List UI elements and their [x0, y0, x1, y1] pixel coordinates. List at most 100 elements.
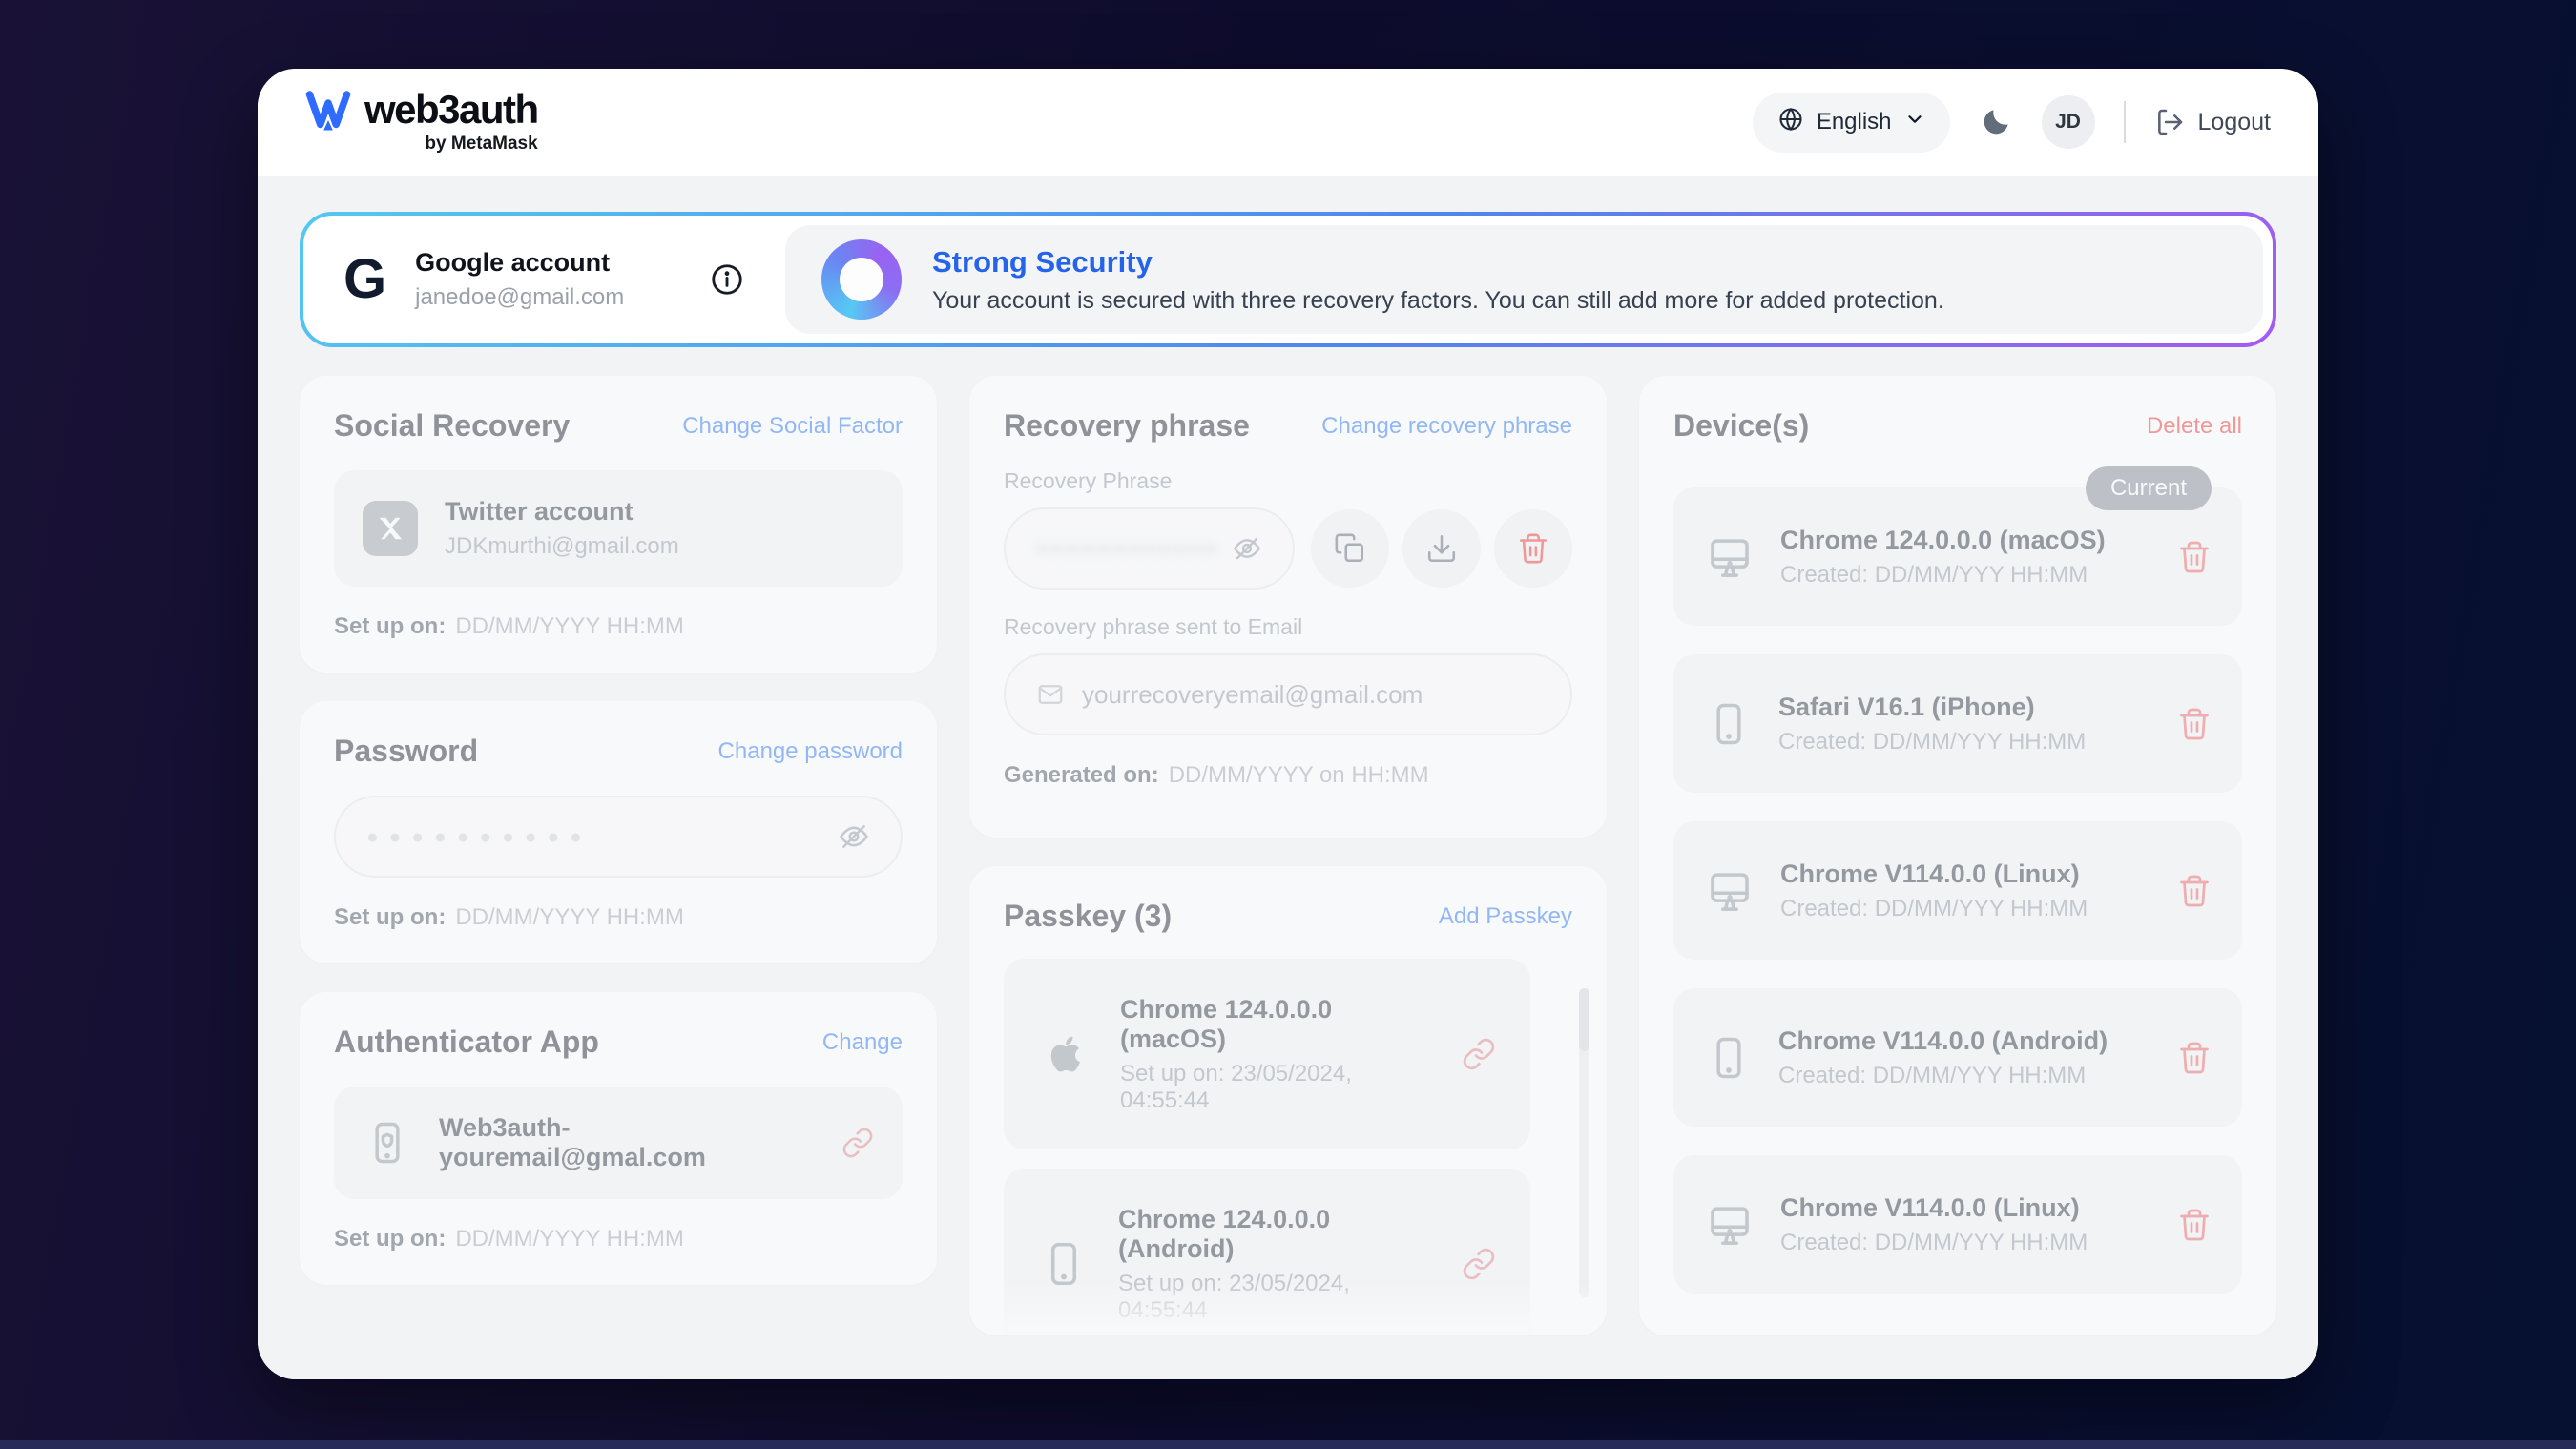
device-name: Chrome V114.0.0 (Android): [1778, 1026, 2152, 1056]
passkey-setup-date: Set up on: 23/05/2024, 04:55:44: [1120, 1061, 1433, 1114]
password-field[interactable]: ●●●●●●●●●●: [334, 796, 903, 878]
passkey-scrollbar-track: [1579, 988, 1589, 1297]
device-type-icon: [1704, 865, 1755, 917]
passkey-scrollbar-thumb[interactable]: [1579, 988, 1589, 1051]
language-label: English: [1817, 109, 1892, 135]
add-passkey-link[interactable]: Add Passkey: [1439, 903, 1572, 930]
factors-grid: Social Recovery Change Social Factor Twi…: [300, 376, 2276, 1335]
eye-off-icon[interactable]: [838, 820, 870, 853]
x-twitter-icon: [363, 501, 418, 556]
passkey-item: Chrome 124.0.0.0 (Android) Set up on: 23…: [1004, 1169, 1530, 1335]
recovery-phrase-title: Recovery phrase: [1004, 408, 1250, 444]
unlink-icon[interactable]: [841, 1127, 874, 1159]
setup-on-label: Set up on:: [334, 904, 446, 930]
web3auth-logo: web3auth by MetaMask: [305, 90, 538, 155]
web3auth-account-window: web3auth by MetaMask English: [258, 69, 2318, 1379]
devices-title: Device(s): [1673, 408, 1809, 444]
avatar[interactable]: JD: [2042, 95, 2095, 149]
devices-card: Device(s) Delete all Current: [1639, 376, 2276, 1335]
passkey-device-icon: [1038, 1238, 1090, 1290]
column-middle: Recovery phrase Change recovery phrase R…: [969, 376, 1607, 1335]
brand-byline: by MetaMask: [425, 134, 537, 155]
change-authenticator-link[interactable]: Change: [822, 1029, 903, 1056]
password-title: Password: [334, 734, 478, 769]
device-type-icon: [1704, 1033, 1754, 1083]
authenticator-account-row: Web3auth-youremail@gmal.com: [334, 1087, 903, 1199]
twitter-account-email: JDKmurthi@gmail.com: [445, 533, 679, 560]
column-right: Device(s) Delete all Current: [1639, 376, 2276, 1335]
recovery-email-field[interactable]: yourrecoveryemail@gmail.com: [1004, 653, 1572, 735]
setup-on-value: DD/MM/YYYY HH:MM: [455, 1226, 684, 1252]
setup-on-value: DD/MM/YYYY HH:MM: [455, 904, 684, 930]
web3auth-mark-icon: [305, 90, 351, 138]
device-created-date: Created: DD/MM/YYY HH:MM: [1778, 729, 2152, 756]
account-email: janedoe@gmail.com: [415, 284, 624, 311]
account-security-banner: G Google account janedoe@gmail.com Stron…: [300, 212, 2276, 347]
recovery-email-value: yourrecoveryemail@gmail.com: [1082, 680, 1423, 710]
change-social-factor-link[interactable]: Change Social Factor: [682, 413, 903, 440]
desktop-icon: [1704, 1199, 1755, 1251]
passkey-list: Chrome 124.0.0.0 (macOS) Set up on: 23/0…: [1004, 959, 1572, 1335]
passkey-setup-date: Set up on: 23/05/2024, 04:55:44: [1118, 1271, 1433, 1324]
passkey-device-icon: [1038, 1027, 1091, 1081]
info-icon[interactable]: [709, 261, 745, 298]
copy-phrase-button[interactable]: [1311, 509, 1389, 588]
recovery-phrase-masked: ●●●●●●●●●●●●: [1036, 538, 1232, 560]
social-recovery-title: Social Recovery: [334, 408, 570, 444]
device-item: Chrome V114.0.0 (Android) Created: DD/MM…: [1673, 988, 2242, 1127]
smartphone-icon: [1038, 1238, 1090, 1290]
change-recovery-phrase-link[interactable]: Change recovery phrase: [1321, 413, 1572, 440]
unlink-icon[interactable]: [1462, 1037, 1496, 1071]
authenticator-phone-icon: [363, 1118, 412, 1168]
generated-on-value: DD/MM/YYYY on HH:MM: [1169, 762, 1429, 788]
passkey-card: Passkey (3) Add Passkey: [969, 866, 1607, 1335]
delete-phrase-button[interactable]: [1494, 509, 1572, 588]
unlink-icon[interactable]: [1462, 1247, 1496, 1281]
delete-all-devices-link[interactable]: Delete all: [2147, 413, 2242, 440]
device-created-date: Created: DD/MM/YYY HH:MM: [1780, 896, 2152, 922]
device-type-icon: [1704, 699, 1754, 749]
recovery-email-label: Recovery phrase sent to Email: [1004, 614, 1572, 640]
device-created-date: Created: DD/MM/YYY HH:MM: [1780, 1230, 2152, 1256]
current-device-badge: Current: [2086, 466, 2212, 510]
screen-bottom-glow: [0, 1440, 2576, 1449]
trash-icon[interactable]: [2177, 540, 2212, 574]
header-divider: [2124, 101, 2126, 143]
setup-on-label: Set up on:: [334, 613, 446, 639]
device-item: Chrome V114.0.0 (Linux) Created: DD/MM/Y…: [1673, 1155, 2242, 1294]
device-item: Chrome V114.0.0 (Linux) Created: DD/MM/Y…: [1673, 821, 2242, 960]
trash-icon: [1517, 532, 1549, 565]
passkey-device-name: Chrome 124.0.0.0 (Android): [1118, 1205, 1433, 1264]
eye-off-icon[interactable]: [1232, 533, 1262, 564]
trash-icon[interactable]: [2177, 1208, 2212, 1242]
dark-mode-toggle[interactable]: [1979, 105, 2013, 139]
setup-on-label: Set up on:: [334, 1226, 446, 1252]
device-name: Chrome V114.0.0 (Linux): [1780, 859, 2152, 889]
passkey-device-name: Chrome 124.0.0.0 (macOS): [1120, 995, 1433, 1054]
password-masked-value: ●●●●●●●●●●: [366, 827, 838, 847]
recovery-phrase-field[interactable]: ●●●●●●●●●●●●: [1004, 507, 1295, 590]
column-left: Social Recovery Change Social Factor Twi…: [300, 376, 937, 1335]
device-type-icon: [1704, 531, 1755, 583]
download-phrase-button[interactable]: [1402, 509, 1481, 588]
change-password-link[interactable]: Change password: [718, 738, 903, 765]
setup-on-value: DD/MM/YYYY HH:MM: [455, 613, 684, 639]
account-summary: G Google account janedoe@gmail.com: [303, 216, 785, 343]
trash-icon[interactable]: [2177, 707, 2212, 741]
security-title: Strong Security: [932, 245, 1944, 279]
security-status: Strong Security Your account is secured …: [785, 225, 2263, 334]
device-type-icon: [1704, 1199, 1755, 1251]
desktop-icon: [1704, 865, 1755, 917]
authenticator-account: Web3auth-youremail@gmal.com: [439, 1113, 815, 1172]
trash-icon[interactable]: [2177, 1041, 2212, 1075]
recovery-phrase-label: Recovery Phrase: [1004, 468, 1572, 494]
language-selector[interactable]: English: [1753, 93, 1950, 153]
logout-label: Logout: [2198, 109, 2271, 136]
device-created-date: Created: DD/MM/YYY HH:MM: [1778, 1063, 2152, 1089]
device-list: Current Chrome 124.0.0.0 (macOS) Cre: [1673, 487, 2242, 1294]
trash-icon[interactable]: [2177, 874, 2212, 908]
logout-button[interactable]: Logout: [2154, 107, 2271, 137]
brand-name: web3auth: [364, 90, 538, 130]
mail-icon: [1036, 680, 1065, 709]
passkey-title: Passkey (3): [1004, 899, 1172, 934]
